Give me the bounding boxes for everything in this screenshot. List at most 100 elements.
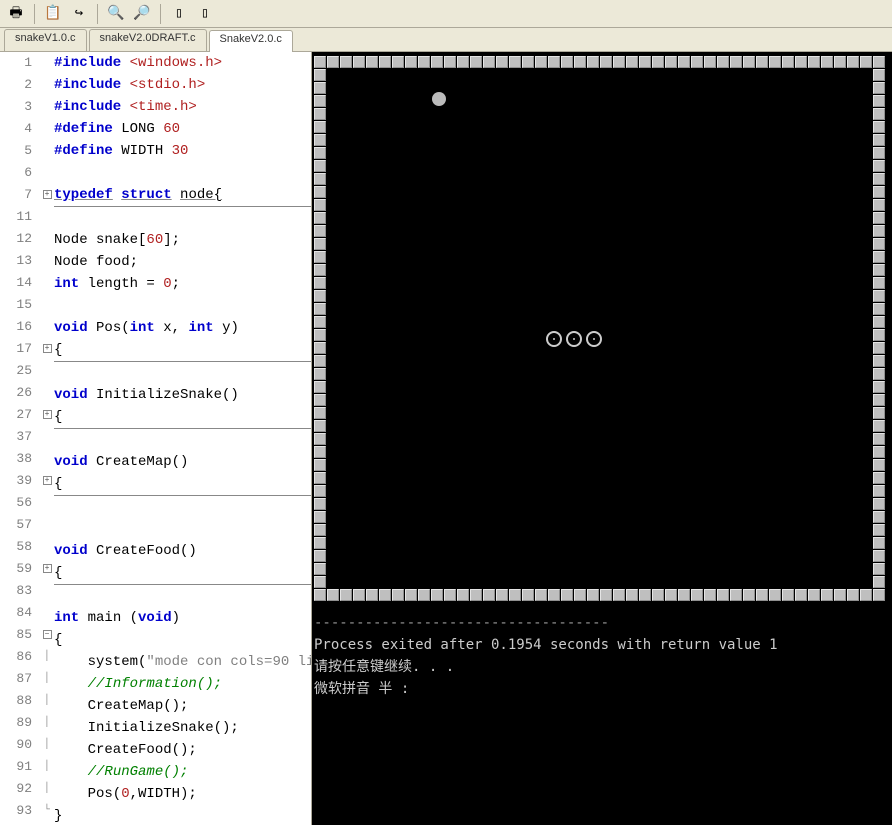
code-line[interactable]: { — [54, 562, 311, 585]
code-line[interactable]: CreateMap(); — [54, 695, 311, 717]
line-number: 27 — [0, 404, 32, 426]
wall-cell — [314, 108, 326, 120]
fold-marker[interactable]: + — [40, 404, 54, 426]
wall-cell — [314, 264, 326, 276]
line-number: 37 — [0, 426, 32, 448]
wall-cell — [314, 394, 326, 406]
fold-marker[interactable]: + — [40, 184, 54, 206]
code-line[interactable]: #define WIDTH 30 — [54, 140, 311, 162]
code-line[interactable]: #include <time.h> — [54, 96, 311, 118]
code-line[interactable]: Pos(0,WIDTH); — [54, 783, 311, 805]
fold-marker[interactable]: + — [40, 558, 54, 580]
code-line[interactable]: { — [54, 339, 311, 362]
wall-cell — [314, 550, 326, 562]
wall-cell — [873, 342, 885, 354]
line-number: 91 — [0, 756, 32, 778]
wall-cell — [873, 251, 885, 263]
code-line[interactable] — [54, 207, 311, 229]
code-line[interactable] — [54, 496, 311, 518]
code-line[interactable]: int main (void) — [54, 607, 311, 629]
wall-cell — [873, 238, 885, 250]
code-line[interactable]: { — [54, 629, 311, 651]
panel-right-icon[interactable]: ▯ — [193, 3, 217, 25]
print-icon[interactable]: 🖶 — [4, 3, 28, 25]
line-number: 90 — [0, 734, 32, 756]
editor-pane[interactable]: 1234567111213141516172526273738395657585… — [0, 52, 312, 825]
wall-cell — [314, 381, 326, 393]
game-console[interactable]: ----------------------------------- Proc… — [312, 52, 892, 825]
code-line[interactable]: void CreateMap() — [54, 451, 311, 473]
code-line[interactable]: void CreateFood() — [54, 540, 311, 562]
code-line[interactable] — [54, 362, 311, 384]
wall-cell — [873, 511, 885, 523]
code-area[interactable]: #include <windows.h>#include <stdio.h>#i… — [54, 52, 311, 825]
fold-marker: │ — [40, 756, 54, 778]
wall-cell — [600, 589, 612, 601]
fold-marker — [40, 228, 54, 250]
code-line[interactable]: int length = 0; — [54, 273, 311, 295]
copy-icon[interactable]: 📋 — [41, 3, 65, 25]
code-line[interactable]: InitializeSnake(); — [54, 717, 311, 739]
code-line[interactable]: } — [54, 805, 311, 825]
code-line[interactable]: #include <stdio.h> — [54, 74, 311, 96]
code-line[interactable]: #include <windows.h> — [54, 52, 311, 74]
wall-cell — [483, 589, 495, 601]
wall-cell — [314, 160, 326, 172]
code-line[interactable]: { — [54, 473, 311, 496]
fold-marker[interactable]: + — [40, 470, 54, 492]
fold-marker — [40, 162, 54, 184]
code-line[interactable] — [54, 162, 311, 184]
tab-snake-v2-draft[interactable]: snakeV2.0DRAFT.c — [89, 29, 207, 51]
wall-cell — [873, 303, 885, 315]
wall-cell — [873, 446, 885, 458]
wall-cell — [873, 225, 885, 237]
code-line[interactable]: { — [54, 406, 311, 429]
wall-cell — [340, 56, 352, 68]
fold-marker — [40, 52, 54, 74]
code-line[interactable]: void InitializeSnake() — [54, 384, 311, 406]
zoom-in-icon[interactable]: 🔍 — [104, 3, 128, 25]
fold-marker: └ — [40, 800, 54, 822]
wall-cell — [873, 186, 885, 198]
code-line[interactable] — [54, 429, 311, 451]
wall-cell — [418, 56, 430, 68]
wall-cell — [613, 56, 625, 68]
wall-cell — [873, 381, 885, 393]
panel-left-icon[interactable]: ▯ — [167, 3, 191, 25]
line-number: 14 — [0, 272, 32, 294]
code-line[interactable]: //Information(); — [54, 673, 311, 695]
tab-snake-v2[interactable]: SnakeV2.0.c — [209, 30, 293, 52]
code-line[interactable]: Node snake[60]; — [54, 229, 311, 251]
code-line[interactable]: CreateFood(); — [54, 739, 311, 761]
code-line[interactable] — [54, 585, 311, 607]
tab-snake-v1[interactable]: snakeV1.0.c — [4, 29, 87, 51]
fold-gutter[interactable]: + + + + + −│││││││└ — [40, 52, 54, 825]
code-line[interactable]: typedef struct node{ — [54, 184, 311, 207]
wall-cell — [522, 56, 534, 68]
fold-marker[interactable]: − — [40, 624, 54, 646]
wall-cell — [704, 589, 716, 601]
code-line[interactable] — [54, 295, 311, 317]
wall-cell — [821, 56, 833, 68]
zoom-out-icon[interactable]: 🔎 — [130, 3, 154, 25]
code-line[interactable]: system("mode con cols=90 lines=35"); — [54, 651, 311, 673]
fold-marker — [40, 536, 54, 558]
code-line[interactable]: #define LONG 60 — [54, 118, 311, 140]
wall-cell — [847, 589, 859, 601]
wall-cell — [314, 173, 326, 185]
line-number: 57 — [0, 514, 32, 536]
wall-cell — [860, 589, 872, 601]
fold-marker: │ — [40, 734, 54, 756]
code-line[interactable]: Node food; — [54, 251, 311, 273]
code-line[interactable]: void Pos(int x, int y) — [54, 317, 311, 339]
fold-marker[interactable]: + — [40, 338, 54, 360]
wall-cell — [496, 589, 508, 601]
code-line[interactable] — [54, 518, 311, 540]
wall-cell — [626, 589, 638, 601]
code-line[interactable]: //RunGame(); — [54, 761, 311, 783]
line-gutter: 1234567111213141516172526273738395657585… — [0, 52, 40, 825]
wall-cell — [873, 82, 885, 94]
wall-cell — [808, 56, 820, 68]
line-number: 87 — [0, 668, 32, 690]
redo-icon[interactable]: ↪ — [67, 3, 91, 25]
